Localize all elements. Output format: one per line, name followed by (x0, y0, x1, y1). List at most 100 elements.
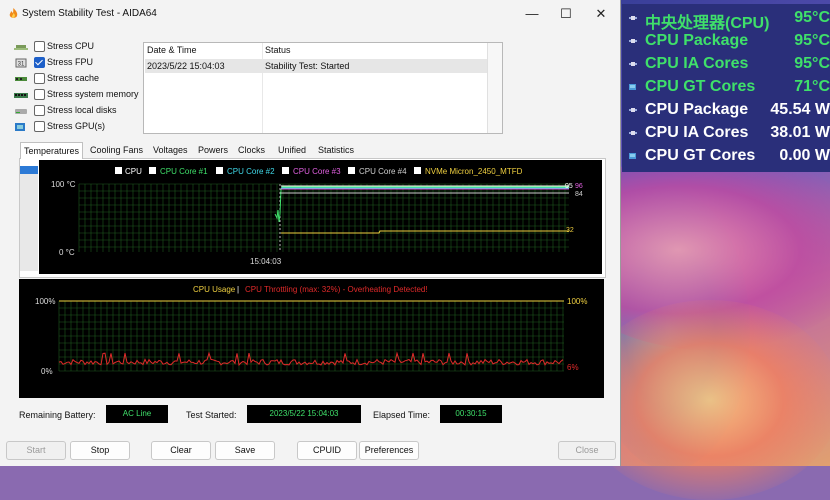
window-title: System Stability Test - AIDA64 (22, 8, 157, 19)
tab-statistics[interactable]: Statistics (315, 142, 357, 158)
clear-button[interactable]: Clear (151, 441, 211, 460)
tab-voltages[interactable]: Voltages (150, 142, 191, 158)
test-started-value: 2023/5/22 15:04:03 (247, 405, 361, 423)
cache-icon (15, 77, 27, 81)
log-row[interactable]: 2023/5/22 15:04:03 Stability Test: Start… (145, 59, 487, 73)
close-button[interactable]: Close (558, 441, 616, 460)
osd-label: CPU IA Cores (645, 124, 749, 141)
usage-right-top: 100% (567, 297, 587, 306)
stress-cache-label: Stress cache (47, 73, 100, 83)
cpu-icon (629, 39, 637, 43)
tab-cooling-fans[interactable]: Cooling Fans (87, 142, 146, 158)
osd-value: 0.00 W (779, 147, 830, 164)
title-bar[interactable]: System Stability Test - AIDA64 — ☐ ✕ (0, 0, 620, 28)
osd-row: CPU GT Cores 0.00 W (628, 146, 830, 168)
readout-cpu: 95 (565, 183, 573, 190)
legend-check-core2[interactable] (216, 167, 223, 174)
close-window-button[interactable]: ✕ (584, 0, 618, 28)
legend-core3: CPU Core #3 (293, 167, 341, 176)
legend-nvme: NVMe Micron_2450_MTFD (425, 167, 523, 176)
stress-memory-option[interactable]: Stress system memory (14, 88, 144, 102)
osd-row: CPU IA Cores 95°C (628, 54, 830, 76)
osd-label: CPU GT Cores (645, 78, 756, 95)
column-separator (262, 43, 263, 133)
osd-value: 71°C (794, 78, 830, 95)
time-marker-label: 15:04:03 (250, 257, 282, 266)
stress-cache-checkbox[interactable] (34, 73, 45, 84)
osd-label: CPU IA Cores (645, 55, 749, 72)
column-header-status[interactable]: Status (265, 45, 291, 55)
stress-gpu-label: Stress GPU(s) (47, 121, 106, 131)
sensor-list-scrollbar[interactable] (20, 166, 38, 271)
legend-check-nvme[interactable] (414, 167, 421, 174)
cpu-icon (629, 62, 637, 66)
stability-test-window: System Stability Test - AIDA64 — ☐ ✕ Str… (0, 0, 621, 466)
start-button[interactable]: Start (6, 441, 66, 460)
stress-fpu-checkbox[interactable] (34, 57, 45, 68)
preferences-button[interactable]: Preferences (359, 441, 419, 460)
stress-disks-label: Stress local disks (47, 105, 117, 115)
y-axis-bottom-label: 0 °C (59, 248, 75, 257)
osd-label: 中央处理器(CPU) (645, 15, 770, 32)
stress-memory-checkbox[interactable] (34, 89, 45, 100)
maximize-button[interactable]: ☐ (549, 0, 583, 28)
cpu-icon (629, 16, 637, 20)
stress-cpu-checkbox[interactable] (34, 41, 45, 52)
osd-row: CPU GT Cores 71°C (628, 77, 830, 99)
stress-gpu-checkbox[interactable] (34, 121, 45, 132)
cpuid-button[interactable]: CPUID (297, 441, 357, 460)
aida64-flame-icon (9, 8, 18, 18)
legend-core1: CPU Core #1 (160, 167, 208, 176)
save-button[interactable]: Save (215, 441, 275, 460)
disk-icon (15, 109, 27, 114)
legend-check-core1[interactable] (149, 167, 156, 174)
osd-value: 95°C (794, 55, 830, 72)
stress-memory-label: Stress system memory (47, 89, 139, 99)
memory-icon (14, 93, 28, 98)
stress-fpu-option[interactable]: 31 Stress FPU (14, 56, 144, 70)
tab-clocks[interactable]: Clocks (235, 142, 268, 158)
legend-check-cpu[interactable] (115, 167, 122, 174)
log-scrollbar[interactable] (487, 43, 502, 133)
legend-check-core3[interactable] (282, 167, 289, 174)
stress-cpu-option[interactable]: Stress CPU (14, 40, 144, 54)
usage-left-bottom: 0% (41, 367, 53, 376)
elapsed-label: Elapsed Time: (373, 410, 431, 420)
legend-core2: CPU Core #2 (227, 167, 275, 176)
log-status: Stability Test: Started (265, 61, 350, 71)
osd-row: CPU IA Cores 38.01 W (628, 123, 830, 145)
usage-title-separator: | (237, 285, 239, 294)
temperature-grid (78, 183, 569, 252)
stress-disks-option[interactable]: Stress local disks (14, 104, 144, 118)
log-datetime: 2023/5/22 15:04:03 (147, 61, 225, 71)
osd-label: CPU Package (645, 101, 749, 118)
legend-cpu: CPU (125, 167, 142, 176)
gpu-icon (629, 153, 636, 159)
tab-temperatures[interactable]: Temperatures (20, 142, 84, 159)
osd-value: 38.01 W (770, 124, 830, 141)
legend-check-core4[interactable] (348, 167, 355, 174)
tab-unified[interactable]: Unified (275, 142, 309, 158)
sensor-osd-panel: 中央处理器(CPU) 95°C CPU Package 95°C CPU IA … (622, 4, 830, 172)
osd-row: CPU Package 95°C (628, 31, 830, 53)
osd-value: 45.54 W (770, 101, 830, 118)
column-header-datetime[interactable]: Date & Time (147, 45, 197, 55)
osd-row: 中央处理器(CPU) 95°C (628, 8, 830, 32)
cpu-usage-graph: CPU Usage | CPU Throttling (max: 32%) - … (19, 279, 604, 398)
cpu-icon (629, 131, 637, 135)
tab-powers[interactable]: Powers (195, 142, 231, 158)
minimize-button[interactable]: — (515, 0, 549, 28)
cpu-icon (629, 108, 637, 112)
event-log-list[interactable]: Date & Time Status 2023/5/22 15:04:03 St… (143, 42, 503, 134)
readout-core: 96 (575, 183, 583, 190)
temperature-graph-svg: CPU CPU Core #1 CPU Core #2 CPU Core #3 … (51, 167, 583, 266)
osd-label: CPU GT Cores (645, 147, 756, 164)
stress-gpu-option[interactable]: Stress GPU(s) (14, 120, 144, 134)
stress-disks-checkbox[interactable] (34, 105, 45, 116)
battery-value: AC Line (106, 405, 168, 423)
scroll-thumb[interactable] (20, 166, 38, 174)
log-header: Date & Time Status (144, 43, 502, 58)
readout-nvme: 32 (566, 227, 574, 234)
stop-button[interactable]: Stop (70, 441, 130, 460)
stress-cache-option[interactable]: Stress cache (14, 72, 144, 86)
